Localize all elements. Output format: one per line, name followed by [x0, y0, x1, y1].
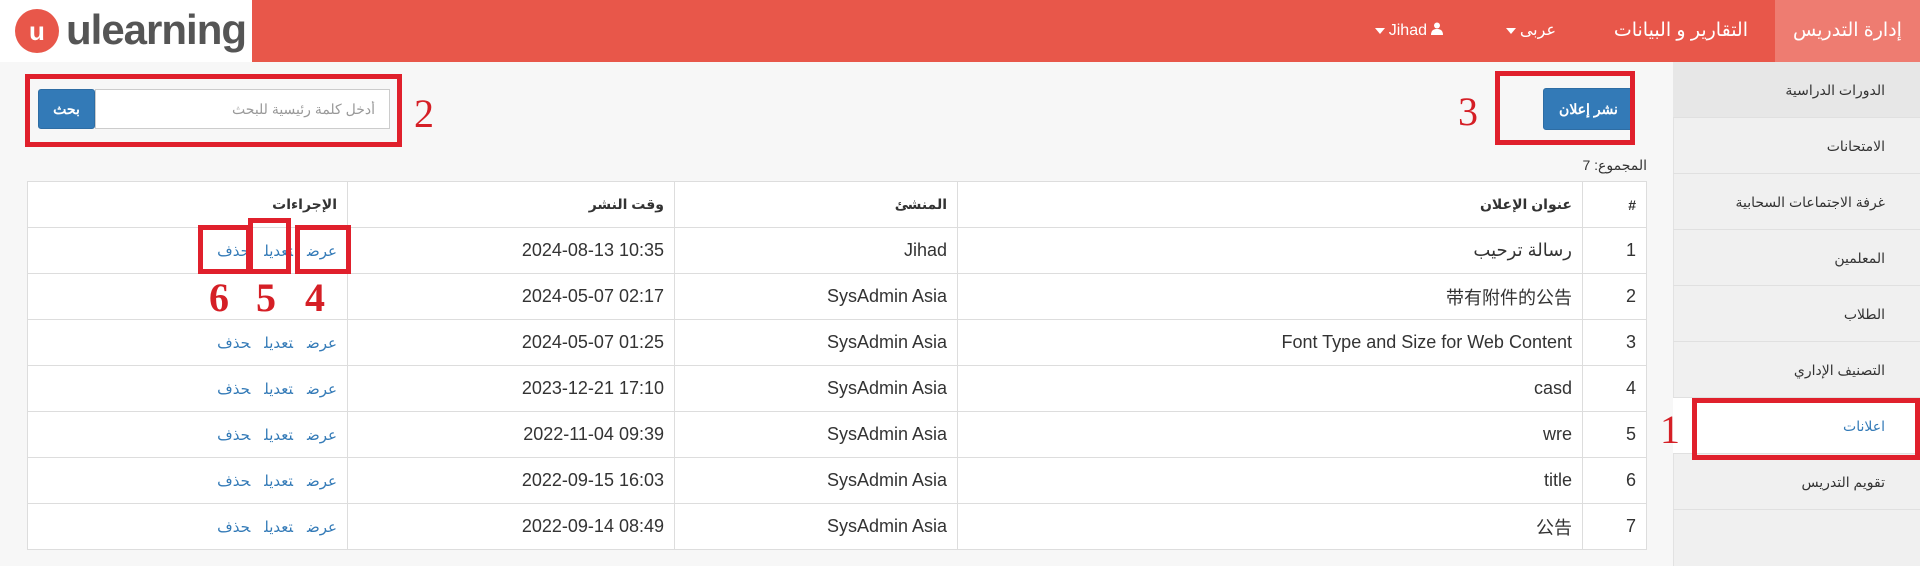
logo-icon: u — [15, 9, 59, 53]
top-navbar: u ulearning إدارة التدريس التقارير و الب… — [0, 0, 1920, 62]
table-row: 7 公告 SysAdmin Asia 2022-09-14 08:49 عرض ت… — [27, 503, 1647, 550]
row-creator: Jihad — [674, 227, 958, 274]
edit-link[interactable]: تعديل — [264, 381, 293, 398]
edit-link[interactable]: تعديل — [264, 335, 293, 352]
delete-link[interactable]: حذف — [217, 335, 250, 352]
row-publish-time: 2023-12-21 17:10 — [347, 365, 675, 412]
row-num: 3 — [1582, 319, 1647, 366]
row-actions: عرض تعديل حذف — [27, 365, 348, 412]
sidebar-item-students[interactable]: الطلاب — [1673, 286, 1920, 342]
sidebar-item-teachers[interactable]: المعلمين — [1673, 230, 1920, 286]
table-row: 6 title SysAdmin Asia 2022-09-15 16:03 ع… — [27, 457, 1647, 504]
annotation-box-1 — [1692, 398, 1920, 460]
row-actions: عرض تعديل حذف — [27, 411, 348, 458]
row-num: 5 — [1582, 411, 1647, 458]
nav-reports[interactable]: التقارير و البيانات — [1614, 0, 1748, 62]
row-publish-time: 2024-08-13 10:35 — [347, 227, 675, 274]
row-title: Font Type and Size for Web Content — [957, 319, 1583, 366]
row-title: 公告 — [957, 503, 1583, 550]
sidebar-item-teaching-calendar[interactable]: تقويم التدريس — [1673, 454, 1920, 510]
brand-name: ulearning — [66, 6, 247, 53]
user-name: Jihad — [1388, 22, 1427, 40]
view-link[interactable]: عرض — [307, 427, 337, 444]
total-count: المجموع: 7 — [1582, 157, 1647, 173]
sidebar-item-exams[interactable]: الامتحانات — [1673, 118, 1920, 174]
sidebar: الدورات الدراسية الامتحانات غرفة الاجتما… — [1673, 62, 1920, 566]
sidebar-item-cloud-meeting-room[interactable]: غرفة الاجتماعات السحابية — [1673, 174, 1920, 230]
annotation-box-5 — [248, 218, 291, 274]
header-num: # — [1582, 181, 1647, 228]
row-actions: عرض تعديل حذف — [27, 503, 348, 550]
annotation-number-4: 4 — [305, 275, 325, 320]
annotation-box-3 — [1495, 71, 1635, 145]
row-publish-time: 2024-05-07 01:25 — [347, 319, 675, 366]
annotation-number-1: 1 — [1660, 407, 1680, 452]
annotation-number-2: 2 — [414, 91, 434, 136]
table-row: 3 Font Type and Size for Web Content Sys… — [27, 319, 1647, 366]
language-label: عربى — [1519, 22, 1556, 39]
sidebar-item-admin-category[interactable]: التصنيف الإداري — [1673, 342, 1920, 398]
language-dropdown[interactable]: عربى — [1502, 0, 1556, 62]
header-actions: الإجراءات — [27, 181, 348, 228]
view-link[interactable]: عرض — [307, 335, 337, 352]
row-creator: SysAdmin Asia — [674, 273, 958, 320]
annotation-number-6: 6 — [209, 275, 229, 320]
annotation-box-4 — [295, 225, 351, 274]
row-num: 6 — [1582, 457, 1647, 504]
header-title: عنوان الإعلان — [957, 181, 1583, 228]
delete-link[interactable]: حذف — [217, 473, 250, 490]
row-num: 1 — [1582, 227, 1647, 274]
row-publish-time: 2022-09-15 16:03 — [347, 457, 675, 504]
row-num: 7 — [1582, 503, 1647, 550]
view-link[interactable]: عرض — [307, 473, 337, 490]
annotation-box-6 — [198, 225, 251, 274]
row-title: title — [957, 457, 1583, 504]
row-creator: SysAdmin Asia — [674, 411, 958, 458]
user-dropdown[interactable]: Jihad — [1371, 0, 1447, 62]
view-link[interactable]: عرض — [307, 519, 337, 536]
edit-link[interactable]: تعديل — [264, 427, 293, 444]
header-creator: المنشئ — [674, 181, 958, 228]
caret-down-icon — [1374, 28, 1385, 34]
edit-link[interactable]: تعديل — [264, 519, 293, 536]
edit-link[interactable]: تعديل — [264, 473, 293, 490]
row-num: 2 — [1582, 273, 1647, 320]
row-creator: SysAdmin Asia — [674, 457, 958, 504]
view-link[interactable]: عرض — [307, 381, 337, 398]
header-publish-time: وقت النشر — [347, 181, 675, 228]
row-publish-time: 2022-11-04 09:39 — [347, 411, 675, 458]
row-actions: عرض تعديل حذف — [27, 319, 348, 366]
row-publish-time: 2022-09-14 08:49 — [347, 503, 675, 550]
annotation-number-3: 3 — [1458, 89, 1478, 134]
table-row: 4 casd SysAdmin Asia 2023-12-21 17:10 عر… — [27, 365, 1647, 412]
row-actions — [27, 273, 348, 320]
nav-teaching-management[interactable]: إدارة التدريس — [1775, 0, 1920, 62]
row-title: casd — [957, 365, 1583, 412]
delete-link[interactable]: حذف — [217, 427, 250, 444]
logo[interactable]: u ulearning — [0, 0, 252, 62]
row-title: رسالة ترحيب — [957, 227, 1583, 274]
delete-link[interactable]: حذف — [217, 519, 250, 536]
annotation-box-2 — [25, 74, 402, 147]
row-creator: SysAdmin Asia — [674, 365, 958, 412]
sidebar-item-courses[interactable]: الدورات الدراسية — [1673, 62, 1920, 118]
delete-link[interactable]: حذف — [217, 381, 250, 398]
row-actions: عرض تعديل حذف — [27, 457, 348, 504]
annotation-number-5: 5 — [256, 275, 276, 320]
user-icon — [1431, 0, 1443, 62]
row-publish-time: 2024-05-07 02:17 — [347, 273, 675, 320]
caret-down-icon — [1505, 27, 1516, 34]
row-creator: SysAdmin Asia — [674, 503, 958, 550]
row-creator: SysAdmin Asia — [674, 319, 958, 366]
table-row: 5 wre SysAdmin Asia 2022-11-04 09:39 عرض… — [27, 411, 1647, 458]
row-num: 4 — [1582, 365, 1647, 412]
row-title: 带有附件的公告 — [957, 273, 1583, 320]
row-title: wre — [957, 411, 1583, 458]
